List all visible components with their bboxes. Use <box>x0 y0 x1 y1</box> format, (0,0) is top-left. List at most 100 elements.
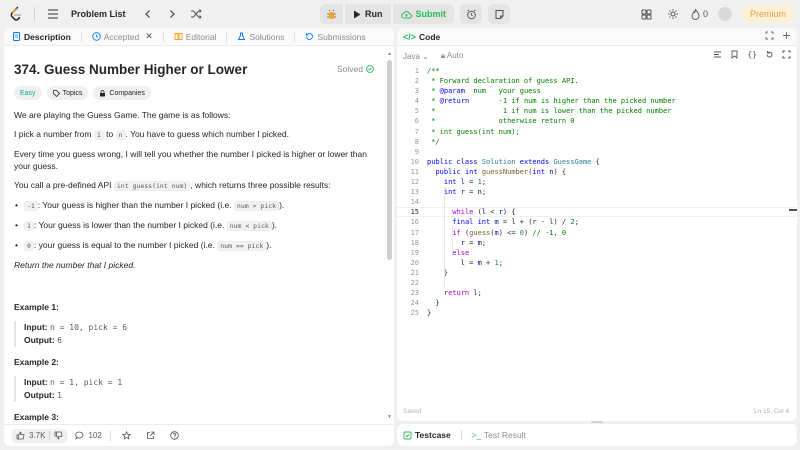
cloud-upload-icon <box>400 10 412 18</box>
companies-label: Companies <box>109 89 145 97</box>
settings-gear-icon[interactable] <box>665 6 681 22</box>
list-item: 0: your guess is equal to the number I p… <box>15 239 384 252</box>
code-header: </> Code <box>397 28 797 46</box>
shuffle-icon[interactable] <box>188 6 204 22</box>
star-icon[interactable] <box>119 428 135 444</box>
tab-editorial[interactable]: Editorial <box>174 31 217 42</box>
tab-submissions[interactable]: Submissions <box>305 31 366 42</box>
testcase-panel: Testcase >_ Test Result <box>397 424 797 446</box>
left-tab-bar: Description Accepted ✕ Editorial Solutio… <box>4 28 394 46</box>
tab-label: Description <box>24 31 71 42</box>
code-panel: </> Code Java ⌄ 🔒︎ Auto {} 1 /** 2 * For… <box>397 28 797 421</box>
divider <box>226 31 228 42</box>
tab-description[interactable]: Description <box>12 32 71 42</box>
page-title[interactable]: 374. Guess Number Higher or Lower <box>14 62 247 77</box>
tag-icon <box>52 89 60 97</box>
debug-button[interactable] <box>320 4 343 24</box>
submit-button[interactable]: Submit <box>392 4 454 24</box>
list-icon[interactable] <box>45 6 61 22</box>
book-icon <box>174 33 183 40</box>
solved-status: Solved <box>337 64 374 74</box>
list-item: -1: Your guess is higher than the number… <box>15 199 384 212</box>
auto-mode-toggle[interactable]: 🔒︎ Auto <box>441 51 464 61</box>
list-item: 1: Your guess is lower than the number I… <box>15 219 384 232</box>
play-icon <box>354 10 361 18</box>
streak-counter[interactable]: 0 <box>691 8 708 20</box>
description-paragraph: I pick a number from 1 to n. You have to… <box>14 129 289 140</box>
code-title: Code <box>419 31 441 42</box>
tab-testcase[interactable]: Testcase <box>403 430 451 440</box>
submit-label: Submit <box>415 9 447 19</box>
tab-accepted[interactable]: Accepted ✕ <box>92 31 153 42</box>
editor-scroll-marker[interactable] <box>789 209 797 211</box>
fire-icon <box>691 8 700 20</box>
return-statement: Return the number that I picked. <box>14 260 136 270</box>
expand-icon[interactable] <box>765 31 774 42</box>
companies-chip[interactable]: Companies <box>93 86 151 100</box>
streak-count: 0 <box>702 9 708 19</box>
bookmark-icon[interactable] <box>730 50 739 61</box>
thumbs-down-icon[interactable] <box>54 431 63 440</box>
help-icon[interactable] <box>167 428 183 444</box>
tab-test-result[interactable]: >_ Test Result <box>472 430 526 440</box>
cursor-position: Ln 15, Col 4 <box>753 408 789 415</box>
braces-icon[interactable]: {} <box>747 50 757 61</box>
scroll-up-icon[interactable]: ▲ <box>387 51 392 57</box>
solved-label: Solved <box>337 64 363 74</box>
divider <box>294 31 296 42</box>
alarm-clock-icon[interactable] <box>460 4 482 24</box>
scrollbar[interactable] <box>387 60 392 260</box>
tab-label: Submissions <box>317 31 366 42</box>
chevron-right-icon[interactable] <box>164 6 180 22</box>
close-icon[interactable]: ✕ <box>145 31 153 42</box>
lock-icon: 🔒︎ <box>440 51 446 60</box>
leetcode-logo-icon[interactable] <box>8 6 24 22</box>
topics-label: Topics <box>62 89 83 97</box>
more-icon[interactable] <box>782 31 791 42</box>
example-block: Input: n = 1, pick = 1 Output: 1 <box>14 376 384 402</box>
likes-count: 3.7K <box>29 431 46 440</box>
description-paragraph: We are playing the Guess Game. The game … <box>14 110 231 120</box>
like-button[interactable]: 3.7K <box>12 428 68 443</box>
tab-label: Solutions <box>249 31 285 42</box>
result-list: -1: Your guess is higher than the number… <box>14 199 384 252</box>
editor-toolbar: Java ⌄ 🔒︎ Auto {} <box>397 46 797 66</box>
test-result-label: Test Result <box>483 430 526 440</box>
code-editor[interactable]: 1/** 2 * Forward declaration of guess AP… <box>397 66 797 318</box>
chevron-left-icon[interactable] <box>140 6 156 22</box>
premium-button[interactable]: Premium <box>741 5 794 23</box>
testcase-label: Testcase <box>415 430 451 440</box>
layout-grid-icon[interactable] <box>639 6 655 22</box>
resize-handle[interactable] <box>591 421 603 423</box>
notes-icon[interactable] <box>488 4 510 24</box>
example-block: Input: n = 10, pick = 6 Output: 6 <box>14 321 384 347</box>
divider <box>80 31 82 42</box>
thumbs-up-icon <box>16 431 25 440</box>
avatar[interactable] <box>717 7 732 21</box>
document-icon <box>13 32 20 41</box>
format-icon[interactable] <box>713 50 722 61</box>
share-icon[interactable] <box>143 428 159 444</box>
language-select[interactable]: Java ⌄ <box>403 52 429 61</box>
reset-icon[interactable] <box>765 50 774 61</box>
maximize-icon[interactable] <box>782 50 791 61</box>
chevron-down-icon: ⌄ <box>422 51 429 61</box>
comments-count: 102 <box>88 431 102 440</box>
comments-button[interactable]: 102 <box>75 431 102 440</box>
example-title: Example 3: <box>14 412 59 422</box>
check-circle-icon <box>366 65 374 73</box>
lock-icon <box>100 89 106 96</box>
history-icon <box>306 33 314 40</box>
divider <box>162 31 164 42</box>
engagement-bar: 3.7K 102 <box>4 424 394 446</box>
description-paragraph: Every time you guess wrong, I will tell … <box>14 149 367 171</box>
problem-list-link[interactable]: Problem List <box>71 9 126 19</box>
example-title: Example 1: <box>14 302 59 312</box>
scroll-down-icon[interactable]: ▼ <box>387 414 392 420</box>
tab-label: Editorial <box>185 31 217 42</box>
run-button[interactable]: Run <box>345 4 391 24</box>
terminal-icon: >_ <box>471 430 481 440</box>
difficulty-badge[interactable]: Easy <box>14 86 42 100</box>
topics-chip[interactable]: Topics <box>46 86 89 100</box>
tab-solutions[interactable]: Solutions <box>237 32 284 42</box>
